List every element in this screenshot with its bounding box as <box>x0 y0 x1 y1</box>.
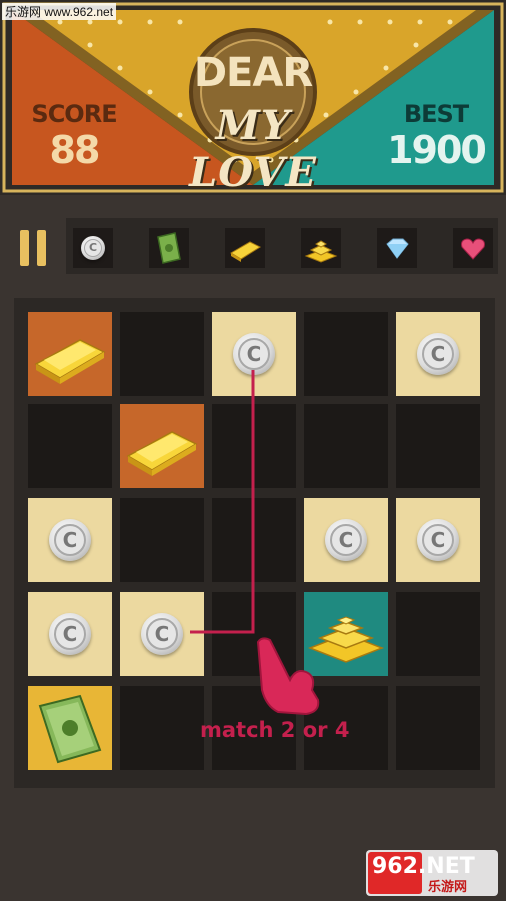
game-title-my-love: MY LOVE <box>189 102 317 196</box>
gold-bar-shape <box>230 241 262 262</box>
board-cell-coin[interactable]: C <box>28 592 112 676</box>
coin-icon: C <box>49 613 91 655</box>
board-cell-gold-bar[interactable] <box>120 404 204 488</box>
board-cell-empty[interactable] <box>212 592 296 676</box>
board-cell-coin[interactable]: C <box>396 498 480 582</box>
board-cell-empty[interactable] <box>304 404 388 488</box>
coin-letter: C <box>330 524 362 556</box>
coin-icon: C <box>233 333 275 375</box>
hint-text: match 2 or 4 <box>200 718 350 742</box>
board-cell-empty[interactable] <box>396 404 480 488</box>
gold-stack-icon <box>301 228 341 268</box>
coin-icon: C <box>417 519 459 561</box>
board-cell-empty[interactable] <box>120 312 204 396</box>
board-cell-cash[interactable] <box>28 686 112 770</box>
site-logo-caption: 乐游网 <box>428 879 468 894</box>
board-cell-empty[interactable] <box>28 404 112 488</box>
cash-shape <box>157 232 181 264</box>
coin-letter: C <box>422 338 454 370</box>
board-cell-gold-stack[interactable] <box>304 592 388 676</box>
board-cell-empty[interactable] <box>396 592 480 676</box>
coin-letter: C <box>146 618 178 650</box>
game-title-dear: DEAR <box>193 50 313 96</box>
board-cell-coin[interactable]: C <box>304 498 388 582</box>
coin-icon: C <box>73 228 113 268</box>
heart-gem-icon <box>453 228 493 268</box>
board-cell-empty[interactable] <box>212 404 296 488</box>
board-cell-empty[interactable] <box>120 686 204 770</box>
best-value: 1900 <box>387 128 487 172</box>
coin-letter: C <box>238 338 270 370</box>
board-cell-coin[interactable]: C <box>396 312 480 396</box>
coin-letter: C <box>422 524 454 556</box>
pause-button[interactable] <box>18 230 48 266</box>
board-cell-empty[interactable] <box>304 312 388 396</box>
board-cell-coin[interactable]: C <box>212 312 296 396</box>
score-label: SCORE <box>31 100 117 128</box>
site-logo: 962.NET 乐游网 <box>366 850 498 896</box>
board-cell-gold-bar[interactable] <box>28 312 112 396</box>
coin-letter: C <box>54 618 86 650</box>
diamond-icon <box>377 228 417 268</box>
coin-letter: C <box>84 239 102 257</box>
coin-shape: C <box>81 236 105 260</box>
coin-icon: C <box>417 333 459 375</box>
cash-icon <box>38 694 102 764</box>
game-board: C C C C C C C <box>14 298 495 788</box>
item-progression-bar: C <box>66 218 498 274</box>
diamond-shape <box>386 238 409 259</box>
coin-icon: C <box>49 519 91 561</box>
board-cell-empty[interactable] <box>212 498 296 582</box>
board-cell-empty[interactable] <box>396 686 480 770</box>
site-watermark: 乐游网 www.962.net <box>2 3 117 20</box>
pause-icon-bar <box>37 230 46 266</box>
gold-stack-shape <box>304 240 338 263</box>
board-cell-coin[interactable]: C <box>120 592 204 676</box>
coin-icon: C <box>141 613 183 655</box>
game-header: DEAR MY LOVE SCORE 88 BEST 1900 <box>0 0 506 196</box>
cash-icon <box>149 228 189 268</box>
gold-bar-icon <box>126 431 198 476</box>
board-cell-empty[interactable] <box>120 498 204 582</box>
heart-gem-shape <box>461 238 485 260</box>
gold-stack-icon <box>307 616 385 663</box>
gold-bar-icon <box>34 339 106 384</box>
pause-icon <box>20 230 29 266</box>
coin-icon: C <box>325 519 367 561</box>
score-value: 88 <box>49 128 101 172</box>
best-label: BEST <box>403 100 469 128</box>
gold-bar-icon <box>225 228 265 268</box>
board-cell-coin[interactable]: C <box>28 498 112 582</box>
coin-letter: C <box>54 524 86 556</box>
